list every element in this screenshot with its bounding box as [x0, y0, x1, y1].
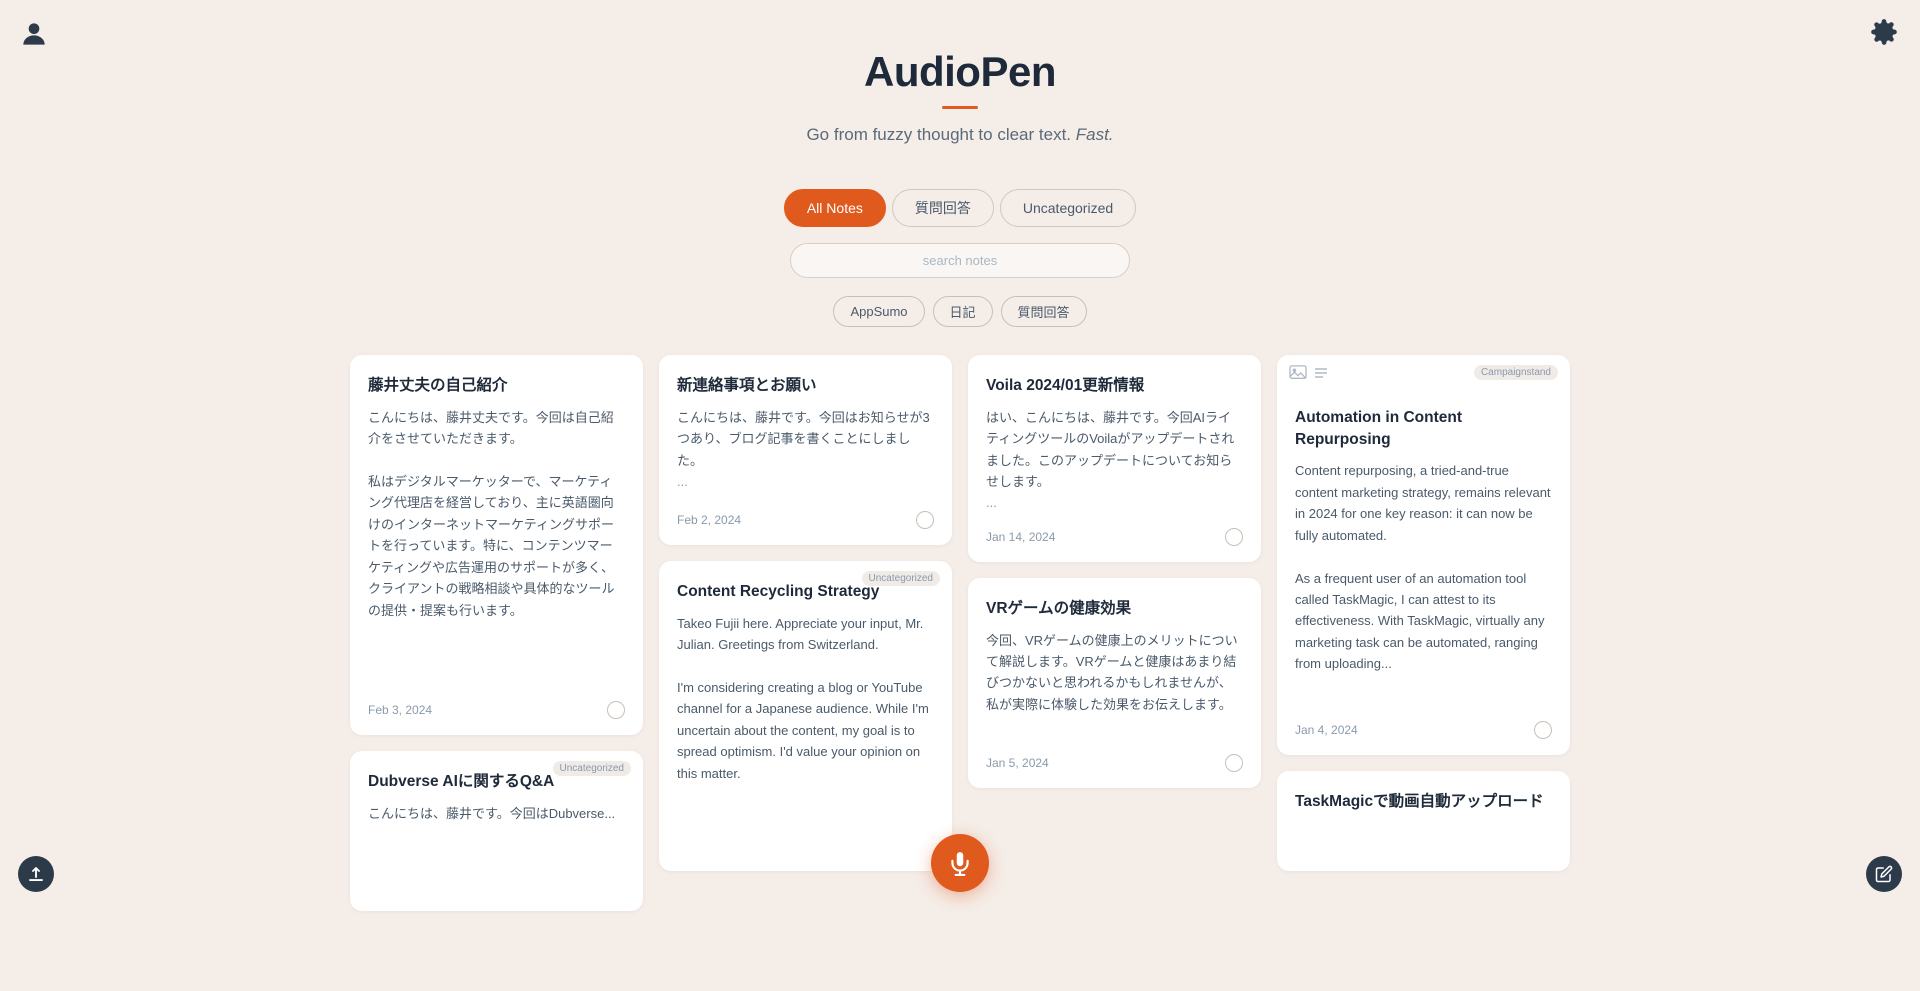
note-date: Jan 5, 2024 — [986, 756, 1049, 770]
record-button[interactable] — [931, 834, 989, 892]
note-date: Feb 3, 2024 — [368, 703, 432, 717]
note-title: 藤井丈夫の自己紹介 — [368, 375, 625, 397]
header: AudioPen Go from fuzzy thought to clear … — [0, 0, 1920, 165]
filter-tags: AppSumo 日記 質問回答 — [0, 296, 1920, 327]
user-icon[interactable] — [18, 18, 54, 54]
note-body: こんにちは、藤井です。今回はDubverse... — [368, 803, 625, 824]
note-category-badge: Uncategorized — [862, 571, 940, 586]
notes-column-3: Voila 2024/01更新情報 はい、こんにちは、藤井です。今回AIライティ… — [968, 355, 1261, 911]
note-date: Jan 4, 2024 — [1295, 723, 1358, 737]
note-date: Feb 2, 2024 — [677, 513, 741, 527]
note-card[interactable]: Voila 2024/01更新情報 はい、こんにちは、藤井です。今回AIライティ… — [968, 355, 1261, 562]
filter-tag-diary[interactable]: 日記 — [933, 296, 993, 327]
tab-qa[interactable]: 質問回答 — [892, 189, 994, 227]
note-category-badge: Campaignstand — [1474, 365, 1558, 380]
note-checkbox[interactable] — [607, 701, 625, 719]
app-subtitle: Go from fuzzy thought to clear text. Fas… — [20, 125, 1900, 145]
note-footer: Feb 3, 2024 — [368, 701, 625, 719]
header-divider — [942, 106, 978, 109]
note-card[interactable]: 藤井丈夫の自己紹介 こんにちは、藤井丈夫です。今回は自己紹介をさせていただきます… — [350, 355, 643, 735]
note-body: はい、こんにちは、藤井です。今回AIライティングツールのVoilaがアップデート… — [986, 407, 1243, 514]
note-checkbox[interactable] — [1534, 721, 1552, 739]
app-title: AudioPen — [20, 48, 1900, 96]
tab-all-notes[interactable]: All Notes — [784, 189, 886, 227]
note-card[interactable]: Campaignstand — [1277, 355, 1570, 755]
note-card[interactable]: 新連絡事項とお願い こんにちは、藤井です。今回はお知らせが3つあり、ブログ記事を… — [659, 355, 952, 545]
settings-icon[interactable] — [1870, 18, 1902, 50]
notes-grid: 藤井丈夫の自己紹介 こんにちは、藤井丈夫です。今回は自己紹介をさせていただきます… — [290, 355, 1630, 991]
note-checkbox[interactable] — [1225, 754, 1243, 772]
note-body: Content repurposing, a tried-and-true co… — [1295, 460, 1552, 674]
note-body: 今回、VRゲームの健康上のメリットについて解説します。VRゲームと健康はあまり結… — [986, 630, 1243, 716]
note-card[interactable]: Uncategorized Content Recycling Strategy… — [659, 561, 952, 871]
note-footer: Feb 2, 2024 — [677, 511, 934, 529]
notes-column-1: 藤井丈夫の自己紹介 こんにちは、藤井丈夫です。今回は自己紹介をさせていただきます… — [350, 355, 643, 911]
note-checkbox[interactable] — [1225, 528, 1243, 546]
filter-tag-appsumo[interactable]: AppSumo — [833, 296, 924, 327]
notes-column-4: Campaignstand — [1277, 355, 1570, 911]
note-card[interactable]: TaskMagicで動画自動アップロード — [1277, 771, 1570, 871]
note-date: Jan 14, 2024 — [986, 530, 1055, 544]
note-footer: Jan 5, 2024 — [986, 754, 1243, 772]
search-input[interactable] — [790, 243, 1130, 278]
note-card[interactable]: Uncategorized Dubverse AIに関するQ&A こんにちは、藤… — [350, 751, 643, 911]
note-title: 新連絡事項とお願い — [677, 375, 934, 397]
note-title: TaskMagicで動画自動アップロード — [1295, 791, 1552, 813]
note-footer: Jan 4, 2024 — [1295, 721, 1552, 739]
note-title: Voila 2024/01更新情報 — [986, 375, 1243, 397]
image-icon — [1289, 365, 1307, 386]
search-container — [0, 243, 1920, 278]
note-body: Takeo Fujii here. Appreciate your input,… — [677, 613, 934, 785]
filter-tag-qa[interactable]: 質問回答 — [1001, 296, 1087, 327]
note-title: Automation in Content Repurposing — [1295, 407, 1552, 450]
note-checkbox[interactable] — [916, 511, 934, 529]
note-body: こんにちは、藤井丈夫です。今回は自己紹介をさせていただきます。 私はデジタルマー… — [368, 407, 625, 621]
tabs-container: All Notes 質問回答 Uncategorized — [0, 189, 1920, 227]
note-footer: Jan 14, 2024 — [986, 528, 1243, 546]
edit-icon[interactable] — [1866, 856, 1902, 892]
notes-column-2: 新連絡事項とお願い こんにちは、藤井です。今回はお知らせが3つあり、ブログ記事を… — [659, 355, 952, 911]
note-card[interactable]: VRゲームの健康効果 今回、VRゲームの健康上のメリットについて解説します。VR… — [968, 578, 1261, 788]
list-icon — [1313, 365, 1329, 386]
upload-icon[interactable] — [18, 856, 54, 892]
note-title: VRゲームの健康効果 — [986, 598, 1243, 620]
tab-uncategorized[interactable]: Uncategorized — [1000, 189, 1136, 227]
note-body: こんにちは、藤井です。今回はお知らせが3つあり、ブログ記事を書くことにしました。… — [677, 407, 934, 493]
note-category-badge: Uncategorized — [553, 761, 631, 776]
